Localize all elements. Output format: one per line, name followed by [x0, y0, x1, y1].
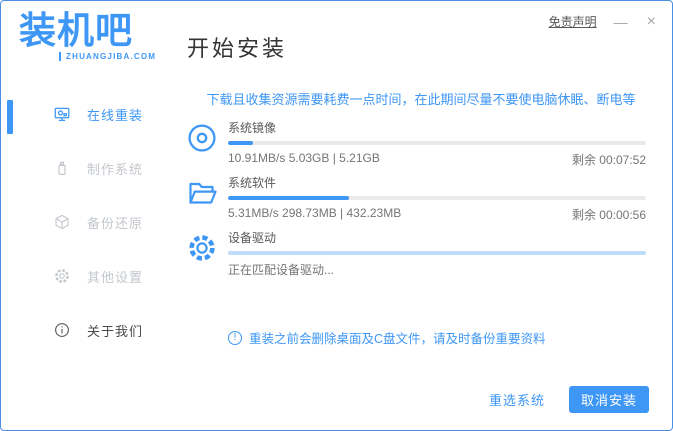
backup-warning: ! 重装之前会删除桌面及C盘文件，请及时备份重要资料: [228, 328, 546, 347]
task-label: 设备驱动: [228, 231, 277, 245]
sidebar: 在线重装 制作系统 备份还原 其他设置 关于我们: [1, 1, 171, 430]
close-button[interactable]: ×: [645, 13, 658, 30]
progress-track: [228, 141, 646, 145]
task-row-system-image: 系统镜像 10.91MB/s 5.03GB | 5.21GB 剩余 00:07:…: [186, 117, 648, 168]
sidebar-item-label: 在线重装: [87, 107, 144, 123]
task-label: 系统软件: [228, 176, 277, 190]
backup-restore-box-icon: [53, 213, 71, 231]
sidebar-item-label: 其他设置: [87, 269, 144, 285]
installer-window: 免责声明 — × 装机吧 ZHUANGJIBA.COM 开始安装 在线重装 制作…: [0, 0, 673, 431]
progress-fill: [228, 251, 646, 255]
cancel-install-button[interactable]: 取消安装: [569, 386, 649, 413]
folder-icon: [186, 177, 218, 209]
sidebar-item-about-us[interactable]: 关于我们: [1, 315, 171, 345]
gear-icon: [186, 232, 218, 264]
task-row-device-driver: 设备驱动 正在匹配设备驱动...: [186, 227, 648, 278]
warning-circle-icon: !: [228, 330, 242, 345]
sidebar-item-label: 备份还原: [87, 215, 144, 231]
make-system-usb-icon: [53, 159, 71, 177]
other-settings-gear-icon: [53, 267, 71, 285]
progress-track: [228, 196, 646, 200]
task-remaining-time: 剩余 00:07:52: [571, 153, 646, 167]
sidebar-item-make-system[interactable]: 制作系统: [1, 153, 171, 183]
sidebar-item-label: 制作系统: [87, 161, 144, 177]
sidebar-item-backup-restore[interactable]: 备份还原: [1, 207, 171, 237]
titlebar: 免责声明 — ×: [549, 13, 658, 30]
sidebar-item-label: 关于我们: [87, 323, 144, 339]
sidebar-item-online-reinstall[interactable]: 在线重装: [1, 99, 171, 129]
task-status-text: 正在匹配设备驱动...: [228, 263, 335, 277]
task-stats: 10.91MB/s 5.03GB | 5.21GB: [228, 151, 380, 165]
progress-fill: [228, 196, 350, 200]
task-label: 系统镜像: [228, 121, 277, 135]
minimize-button[interactable]: —: [612, 15, 630, 29]
page-title: 开始安装: [187, 36, 288, 61]
progress-track: [228, 251, 646, 255]
disclaimer-link[interactable]: 免责声明: [549, 13, 597, 30]
sidebar-item-other-settings[interactable]: 其他设置: [1, 261, 171, 291]
about-us-info-icon: [53, 321, 71, 339]
online-reinstall-monitor-icon: [53, 105, 71, 123]
backup-warning-text: 重装之前会删除桌面及C盘文件，请及时备份重要资料: [249, 332, 546, 346]
disc-icon: [186, 122, 218, 154]
progress-fill: [228, 141, 254, 145]
task-remaining-time: 剩余 00:00:56: [571, 208, 646, 222]
reselect-system-button[interactable]: 重选系统: [489, 390, 545, 409]
task-stats: 5.31MB/s 298.73MB | 432.23MB: [228, 206, 402, 220]
footer-actions: 重选系统 取消安装: [489, 386, 649, 413]
download-warning-text: 下载且收集资源需要耗费一点时间，在此期间尽量不要使电脑休眠、断电等: [206, 92, 636, 107]
task-row-system-software: 系统软件 5.31MB/s 298.73MB | 432.23MB 剩余 00:…: [186, 172, 648, 223]
main-content: 下载且收集资源需要耗费一点时间，在此期间尽量不要使电脑休眠、断电等 系统镜像 1…: [186, 85, 656, 430]
